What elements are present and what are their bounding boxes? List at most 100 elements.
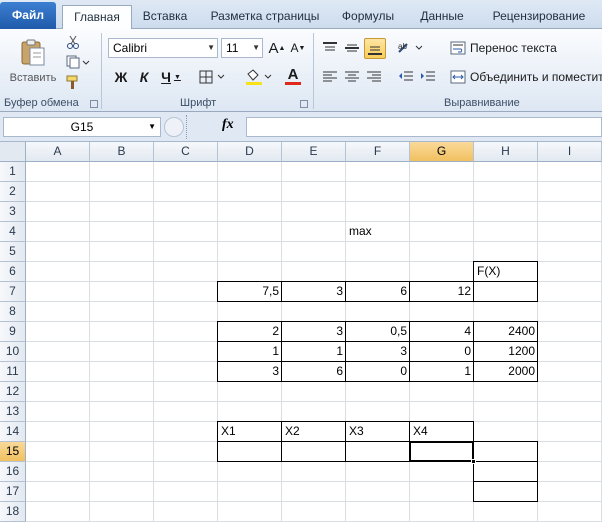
cell-g7[interactable]: 12 <box>410 282 474 302</box>
cell-f11[interactable]: 0 <box>346 362 410 382</box>
cell-g14[interactable]: X4 <box>410 422 474 442</box>
cell-h6[interactable]: F(X) <box>474 262 538 282</box>
column-header-c[interactable]: C <box>154 142 218 162</box>
row-header-17[interactable]: 17 <box>0 482 26 502</box>
align-bottom-button[interactable] <box>364 38 386 59</box>
tab-home[interactable]: Главная <box>62 5 132 30</box>
svg-text:ab: ab <box>398 42 407 51</box>
scissors-icon <box>67 35 79 49</box>
column-header-b[interactable]: B <box>90 142 154 162</box>
ribbon-home: Вставить Буфер обмена Calibri ▼ 11 ▼ A ▲ … <box>0 29 602 112</box>
column-header-i[interactable]: I <box>538 142 602 162</box>
cell-d10[interactable]: 1 <box>218 342 282 362</box>
cell-g10[interactable]: 0 <box>410 342 474 362</box>
font-name-combo[interactable]: Calibri ▼ <box>108 38 218 58</box>
increase-indent-button[interactable] <box>418 67 438 87</box>
tab-insert[interactable]: Вставка <box>136 5 194 29</box>
select-all-corner[interactable] <box>0 142 26 162</box>
row-header-10[interactable]: 10 <box>0 342 26 362</box>
tab-review[interactable]: Рецензирование <box>482 5 596 29</box>
italic-button[interactable]: К <box>134 67 154 87</box>
font-launcher[interactable] <box>300 100 308 108</box>
grow-font-button[interactable]: A ▲ <box>267 38 287 58</box>
active-cell-selection[interactable] <box>409 441 474 462</box>
cell-d14[interactable]: X1 <box>218 422 282 442</box>
bold-button[interactable]: Ж <box>111 67 131 87</box>
cell-d9[interactable]: 2 <box>218 322 282 342</box>
cell-h9[interactable]: 2400 <box>474 322 538 342</box>
column-header-g[interactable]: G <box>410 142 474 162</box>
fill-handle[interactable] <box>471 459 476 464</box>
row-header-11[interactable]: 11 <box>0 362 26 382</box>
formula-bar-splitter[interactable] <box>186 115 188 139</box>
tab-page-layout[interactable]: Разметка страницы <box>206 5 324 29</box>
spreadsheet-grid[interactable]: A B C D E F G H I 1 2 3 4 5 6 7 8 9 10 11 12 13 14 15 16 17 18 max F… <box>0 142 602 522</box>
paste-button[interactable]: Вставить <box>8 33 58 89</box>
cell-f10[interactable]: 3 <box>346 342 410 362</box>
cell-e9[interactable]: 3 <box>282 322 346 342</box>
borders-button[interactable] <box>196 67 230 87</box>
align-middle-button[interactable] <box>342 38 362 58</box>
row-header-9[interactable]: 9 <box>0 322 26 342</box>
row-header-4[interactable]: 4 <box>0 222 26 242</box>
cell-d11[interactable]: 3 <box>218 362 282 382</box>
cell-f7[interactable]: 6 <box>346 282 410 302</box>
cell-f4[interactable]: max <box>346 222 410 242</box>
row-header-3[interactable]: 3 <box>0 202 26 222</box>
orientation-button[interactable]: ab <box>396 38 426 58</box>
row-header-5[interactable]: 5 <box>0 242 26 262</box>
row-header-15[interactable]: 15 <box>0 442 26 462</box>
align-center-button[interactable] <box>342 67 362 87</box>
cell-e10[interactable]: 1 <box>282 342 346 362</box>
copy-button[interactable] <box>64 53 92 71</box>
cell-f14[interactable]: X3 <box>346 422 410 442</box>
tab-formulas[interactable]: Формулы <box>334 5 402 29</box>
insert-function-button[interactable]: fx <box>222 117 234 133</box>
name-box[interactable]: G15 ▼ <box>3 117 161 137</box>
merge-center-button[interactable]: Объединить и поместить <box>450 67 602 87</box>
decrease-indent-button[interactable] <box>396 67 416 87</box>
row-header-16[interactable]: 16 <box>0 462 26 482</box>
cell-d7[interactable]: 7,5 <box>218 282 282 302</box>
formula-input[interactable] <box>246 117 602 137</box>
font-size-combo[interactable]: 11 ▼ <box>221 38 263 58</box>
cell-g11[interactable]: 1 <box>410 362 474 382</box>
cell-e11[interactable]: 6 <box>282 362 346 382</box>
cut-button[interactable] <box>64 33 82 51</box>
tab-data[interactable]: Данные <box>412 5 472 29</box>
cell-f9[interactable]: 0,5 <box>346 322 410 342</box>
row-header-6[interactable]: 6 <box>0 262 26 282</box>
column-header-a[interactable]: A <box>26 142 90 162</box>
align-left-button[interactable] <box>320 67 340 87</box>
cell-h11[interactable]: 2000 <box>474 362 538 382</box>
row-header-13[interactable]: 13 <box>0 402 26 422</box>
underline-button[interactable]: Ч ▼ <box>157 67 185 87</box>
shrink-font-button[interactable]: A ▼ <box>288 38 308 58</box>
gridline <box>26 401 602 402</box>
font-color-button[interactable]: A <box>278 65 308 87</box>
cell-e7[interactable]: 3 <box>282 282 346 302</box>
cell-e14[interactable]: X2 <box>282 422 346 442</box>
row-header-2[interactable]: 2 <box>0 182 26 202</box>
cell-h10[interactable]: 1200 <box>474 342 538 362</box>
row-header-1[interactable]: 1 <box>0 162 26 182</box>
merge-label: Объединить и поместить <box>470 70 602 84</box>
column-header-e[interactable]: E <box>282 142 346 162</box>
row-header-12[interactable]: 12 <box>0 382 26 402</box>
column-header-f[interactable]: F <box>346 142 410 162</box>
row-header-18[interactable]: 18 <box>0 502 26 522</box>
cell-g9[interactable]: 4 <box>410 322 474 342</box>
fill-color-button[interactable] <box>244 67 274 87</box>
row-header-8[interactable]: 8 <box>0 302 26 322</box>
row-header-7[interactable]: 7 <box>0 282 26 302</box>
formula-bar-expand-handle[interactable] <box>164 117 184 137</box>
column-header-d[interactable]: D <box>218 142 282 162</box>
column-header-h[interactable]: H <box>474 142 538 162</box>
align-top-button[interactable] <box>320 38 340 58</box>
align-right-button[interactable] <box>364 67 384 87</box>
row-header-14[interactable]: 14 <box>0 422 26 442</box>
clipboard-launcher[interactable] <box>90 100 98 108</box>
format-painter-button[interactable] <box>64 73 82 91</box>
wrap-text-button[interactable]: Перенос текста <box>450 38 600 58</box>
tab-file[interactable]: Файл <box>0 2 56 29</box>
